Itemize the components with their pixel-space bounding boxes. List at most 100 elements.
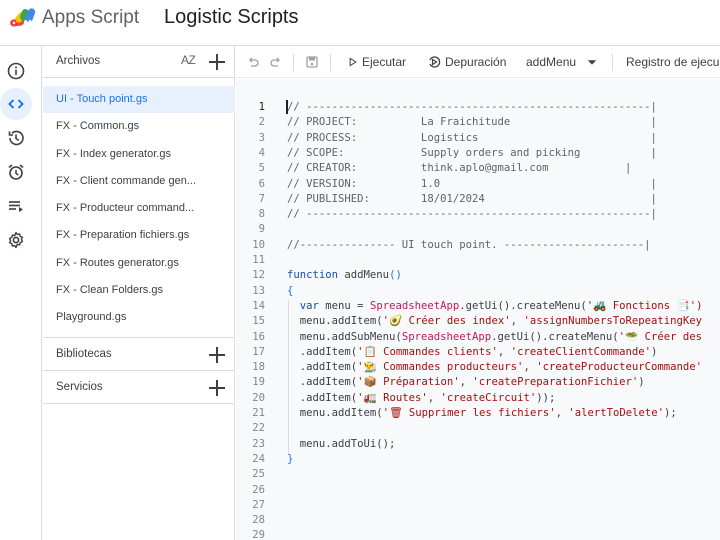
files-panel: Archivos AZ UI - Touch point.gs FX - Comm… xyxy=(43,46,235,540)
code-line[interactable]: 13 { xyxy=(236,284,720,299)
code-line[interactable]: 4 // SCOPE: Supply orders and picking | xyxy=(236,146,720,161)
code-token: 'createProducteurCommande' xyxy=(536,361,703,374)
services-label: Servicios xyxy=(56,381,103,393)
file-item[interactable]: FX - Preparation fichiers.gs xyxy=(43,222,235,249)
code-text: // PROJECT: La Fraichitude | xyxy=(287,115,657,130)
code-token: '🥑 Créer des index' xyxy=(382,315,511,328)
code-token: () xyxy=(389,269,402,282)
code-line[interactable]: 24} xyxy=(236,452,720,467)
code-line[interactable]: 20 .addItem('🚛 Routes', 'createCircuit')… xyxy=(236,391,720,406)
code-line[interactable]: 28 xyxy=(236,513,720,528)
code-token: '📋 Commandes clients' xyxy=(357,345,498,358)
file-item[interactable]: FX - Common.gs xyxy=(43,113,235,140)
line-number: 14 xyxy=(252,299,265,312)
code-token: , xyxy=(555,407,569,419)
code-line[interactable]: 6 // VERSION: 1.0 | xyxy=(236,177,720,192)
code-text: // PUBLISHED: 18/01/2024 | xyxy=(287,192,657,207)
app-name[interactable]: Apps Script xyxy=(42,7,139,29)
save-button[interactable] xyxy=(305,46,319,78)
code-line[interactable]: 26 xyxy=(236,483,720,498)
rail-overview-button[interactable] xyxy=(0,55,32,87)
code-token: // -------------------------------------… xyxy=(287,101,657,113)
file-item[interactable]: FX - Clean Folders.gs xyxy=(43,277,235,304)
redo-button[interactable] xyxy=(269,46,283,78)
rail-executions-button[interactable] xyxy=(0,190,32,222)
line-number: 23 xyxy=(252,437,265,450)
line-number: 5 xyxy=(258,162,265,175)
file-item[interactable]: Playground.gs xyxy=(43,304,235,331)
file-item[interactable]: FX - Producteur command... xyxy=(43,195,235,222)
code-token: .addItem( xyxy=(287,361,358,374)
code-token: function xyxy=(287,269,345,282)
line-number: 21 xyxy=(252,407,265,419)
file-list: UI - Touch point.gs FX - Common.gs FX - In… xyxy=(43,86,235,332)
code-line[interactable]: 25 xyxy=(236,467,720,482)
code-line[interactable]: 17 .addItem('📋 Commandes clients', 'crea… xyxy=(236,345,720,360)
history-icon xyxy=(8,130,24,146)
line-number: 16 xyxy=(252,330,265,343)
code-line[interactable]: 18 .addItem('👨‍🌾 Commandes producteurs',… xyxy=(236,360,720,375)
code-line[interactable]: 15 menu.addItem('🥑 Créer des index', 'as… xyxy=(236,314,720,329)
sort-az-button[interactable]: AZ xyxy=(181,53,196,67)
code-line[interactable]: 8 // ------------------------------------… xyxy=(236,207,720,222)
function-select[interactable]: addMenu xyxy=(526,46,598,78)
code-text: // SCOPE: Supply orders and picking | xyxy=(287,146,657,161)
code-line[interactable]: 14 var menu = SpreadsheetApp.getUi().cre… xyxy=(236,299,720,314)
code-line[interactable]: 9 xyxy=(236,222,720,237)
line-number: 18 xyxy=(252,361,265,374)
code-text: .addItem('📋 Commandes clients', 'createC… xyxy=(287,345,658,360)
rail-versions-button[interactable] xyxy=(0,122,32,154)
debug-button[interactable]: Depuración xyxy=(427,46,506,78)
code-line[interactable]: 11 xyxy=(236,253,720,268)
code-token: menu = xyxy=(325,299,370,312)
code-token: 'alertToDelete' xyxy=(568,407,665,419)
code-token: .getUi().createMenu( xyxy=(459,299,587,312)
code-line[interactable]: 3 // PROCESS: Logistics | xyxy=(236,131,720,146)
code-line[interactable]: 5 // CREATOR: think.aplo@gmail.com | xyxy=(236,161,720,176)
line-number: 27 xyxy=(252,498,265,511)
line-number: 25 xyxy=(252,468,265,481)
code-token: 'createClientCommande' xyxy=(510,345,652,358)
code-line[interactable]: 1 // ------------------------------------… xyxy=(236,100,720,115)
code-token: )); xyxy=(536,391,556,404)
code-token: ) xyxy=(638,376,645,389)
code-line[interactable]: 19 .addItem('📦 Préparation', 'createPrep… xyxy=(236,375,720,390)
code-text: .addItem('📦 Préparation', 'createPrepara… xyxy=(287,375,645,390)
rail-triggers-button[interactable] xyxy=(0,156,32,188)
code-line[interactable]: 29 xyxy=(236,528,720,540)
execution-log-button[interactable]: Registro de ejecu xyxy=(626,46,719,78)
code-line[interactable]: 27 xyxy=(236,498,720,513)
code-line[interactable]: 21 menu.addItem('🗑 Supprimer les fichier… xyxy=(236,406,720,421)
line-number: 13 xyxy=(252,284,265,297)
rail-editor-button[interactable] xyxy=(0,88,32,120)
code-line[interactable]: 10 //--------------- UI touch point. ----… xyxy=(236,238,720,253)
line-number: 8 xyxy=(258,208,265,221)
code-line[interactable]: 23 menu.addToUi(); xyxy=(236,437,720,452)
code-line[interactable]: 7 // PUBLISHED: 18/01/2024 | xyxy=(236,192,720,207)
line-number: 26 xyxy=(252,483,265,496)
line-number: 4 xyxy=(258,146,265,159)
code-token: // PROCESS: Logistics | xyxy=(287,131,657,144)
code-text: menu.addToUi(); xyxy=(287,437,396,452)
code-line[interactable]: 2 // PROJECT: La Fraichitude | xyxy=(236,115,720,130)
add-file-button[interactable] xyxy=(208,53,226,71)
undo-button[interactable] xyxy=(246,46,260,78)
code-icon xyxy=(8,99,24,109)
file-item[interactable]: FX - Client commande gen... xyxy=(43,168,235,195)
add-library-button[interactable] xyxy=(208,346,226,364)
add-service-button[interactable] xyxy=(208,379,226,397)
code-line[interactable]: 16 menu.addSubMenu(SpreadsheetApp.getUi(… xyxy=(236,330,720,345)
apps-script-logo-icon[interactable] xyxy=(9,5,37,31)
code-line[interactable]: 22 xyxy=(236,421,720,436)
file-item[interactable]: UI - Touch point.gs xyxy=(43,86,235,114)
code-editor[interactable]: 1 // ------------------------------------… xyxy=(236,79,720,540)
debug-label: Depuración xyxy=(445,55,507,69)
project-name[interactable]: Logistic Scripts xyxy=(164,6,299,29)
code-token: .addItem( xyxy=(287,391,358,404)
run-button[interactable]: Ejecutar xyxy=(348,46,406,78)
file-item[interactable]: FX - Routes generator.gs xyxy=(43,250,235,277)
file-item[interactable]: FX - Index generator.gs xyxy=(43,141,235,168)
code-line[interactable]: 12 function addMenu() xyxy=(236,268,720,283)
rail-settings-button[interactable] xyxy=(0,224,32,256)
code-token: , xyxy=(510,315,524,328)
